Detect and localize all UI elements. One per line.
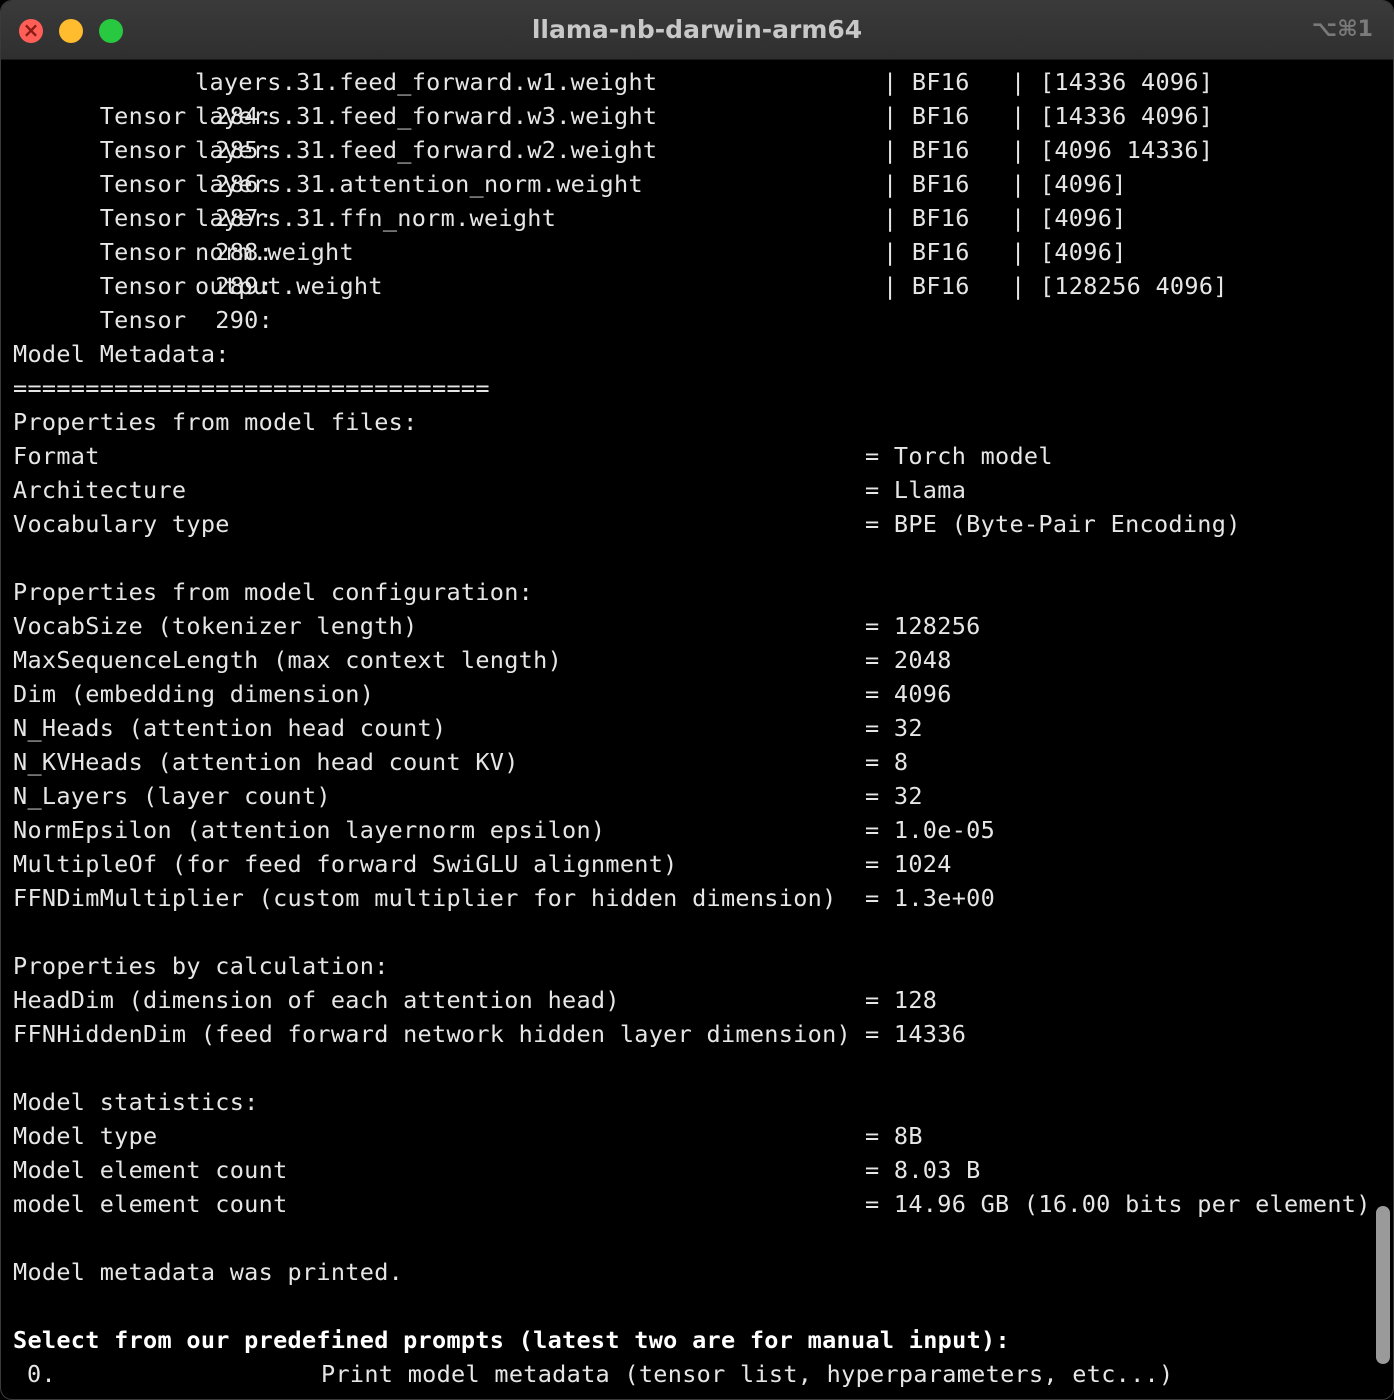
property-key: Vocabulary type	[13, 510, 230, 538]
property-value: = 14336	[865, 1020, 967, 1048]
property-key: VocabSize (tokenizer length)	[13, 612, 418, 640]
tensor-shape: | [4096 14336]	[1011, 136, 1214, 164]
property-value: = 128	[865, 986, 938, 1014]
property-key: Model type	[13, 1122, 158, 1150]
window-shortcut: ⌥⌘1	[1311, 17, 1373, 42]
property-value: = 8	[865, 748, 909, 776]
tensor-row: Tensor 285: layers.31.feed_forward.w3.wei…	[13, 99, 1213, 164]
tensor-row: Tensor 288: layers.31.ffn_norm.weight | BF…	[13, 201, 1127, 266]
property-key: Architecture	[13, 476, 187, 504]
tensor-row: Tensor 286: layers.31.feed_forward.w2.wei…	[13, 133, 1213, 198]
property-row: Model type = 8B	[13, 1119, 922, 1153]
property-key: FFNDimMultiplier (custom multiplier for …	[13, 884, 837, 912]
tensor-row: Tensor 287: layers.31.attention_norm.weig…	[13, 167, 1127, 232]
prompt-option-number: 0.	[27, 1360, 56, 1388]
terminal-output[interactable]: Tensor 284: layers.31.feed_forward.w1.wei…	[1, 59, 1393, 1399]
tensor-dtype: | BF16	[883, 204, 970, 232]
title-bar: llama-nb-darwin-arm64 ⌥⌘1	[1, 1, 1393, 60]
property-row: model element count = 14.96 GB (16.00 bit…	[13, 1187, 1370, 1221]
property-row: HeadDim (dimension of each attention hea…	[13, 983, 937, 1017]
property-row: FFNHiddenDim (feed forward network hidde…	[13, 1017, 966, 1051]
tensor-row: Tensor 284: layers.31.feed_forward.w1.wei…	[13, 65, 1213, 130]
property-value: = 1024	[865, 850, 952, 878]
tensor-dtype: | BF16	[883, 136, 970, 164]
prompt-menu-heading: Select from our predefined prompts (late…	[13, 1326, 1010, 1354]
tensor-row: Tensor 290: output.weight | BF16 | [128256 …	[13, 269, 1228, 334]
property-row: NormEpsilon (attention layernorm epsilon…	[13, 813, 995, 847]
metadata-heading: Model Metadata:	[13, 340, 230, 368]
property-row: MultipleOf (for feed forward SwiGLU alig…	[13, 847, 951, 881]
tensor-shape: | [4096]	[1011, 238, 1127, 266]
property-row: VocabSize (tokenizer length) = 128256	[13, 609, 980, 643]
property-value: = Llama	[865, 476, 967, 504]
tensor-name: layers.31.feed_forward.w3.weight	[195, 102, 658, 130]
tensor-shape: | [128256 4096]	[1011, 272, 1228, 300]
terminal-window: llama-nb-darwin-arm64 ⌥⌘1 Tensor 284:lay…	[0, 0, 1394, 1400]
property-value: = 8.03 B	[865, 1156, 981, 1184]
property-value: = 14.96 GB (16.00 bits per element)	[865, 1190, 1371, 1218]
property-row: N_Heads (attention head count) = 32	[13, 711, 922, 745]
tensor-dtype: | BF16	[883, 238, 970, 266]
tensor-shape: | [4096]	[1011, 170, 1127, 198]
section-heading-files: Properties from model files:	[13, 408, 418, 436]
property-value: = 2048	[865, 646, 952, 674]
tensor-dtype: | BF16	[883, 68, 970, 96]
property-key: N_KVHeads (attention head count KV)	[13, 748, 519, 776]
vertical-scrollbar[interactable]	[1376, 1206, 1390, 1364]
tensor-dtype: | BF16	[883, 102, 970, 130]
tensor-name: output.weight	[195, 272, 383, 300]
tensor-name: layers.31.attention_norm.weight	[195, 170, 643, 198]
tensor-shape: | [4096]	[1011, 204, 1127, 232]
property-key: Dim (embedding dimension)	[13, 680, 375, 708]
property-key: MultipleOf (for feed forward SwiGLU alig…	[13, 850, 678, 878]
window-title: llama-nb-darwin-arm64	[531, 15, 863, 44]
property-key: Format	[13, 442, 100, 470]
property-key: N_Layers (layer count)	[13, 782, 331, 810]
tensor-name: layers.31.feed_forward.w1.weight	[195, 68, 658, 96]
property-key: model element count	[13, 1190, 288, 1218]
tensor-row: Tensor 289: norm.weight | BF16 | [4096]	[13, 235, 1127, 300]
property-row: Dim (embedding dimension) = 4096	[13, 677, 951, 711]
section-heading-calc: Properties by calculation:	[13, 952, 389, 980]
tensor-shape: | [14336 4096]	[1011, 68, 1214, 96]
prompt-option[interactable]: 0. Print model metadata (tensor list, hyp…	[13, 1357, 1173, 1391]
prompt-option-text: Print model metadata (tensor list, hyper…	[321, 1360, 1174, 1388]
property-row: N_KVHeads (attention head count KV) = 8	[13, 745, 908, 779]
metadata-separator: =================================	[13, 374, 490, 402]
section-heading-stats: Model statistics:	[13, 1088, 259, 1116]
tensor-name: layers.31.feed_forward.w2.weight	[195, 136, 658, 164]
property-key: FFNHiddenDim (feed forward network hidde…	[13, 1020, 851, 1048]
tensor-dtype: | BF16	[883, 170, 970, 198]
property-key: NormEpsilon (attention layernorm epsilon…	[13, 816, 606, 844]
tensor-name: norm.weight	[195, 238, 354, 266]
status-message: Model metadata was printed.	[13, 1258, 404, 1286]
tensor-label: Tensor 290:	[99, 306, 274, 334]
property-value: = 128256	[865, 612, 981, 640]
tensor-dtype: | BF16	[883, 272, 970, 300]
property-value: = 1.3e+00	[865, 884, 996, 912]
property-value: = 1.0e-05	[865, 816, 996, 844]
property-row: Vocabulary type = BPE (Byte-Pair Encoding…	[13, 507, 1240, 541]
property-key: Model element count	[13, 1156, 288, 1184]
property-row: Model element count = 8.03 B	[13, 1153, 980, 1187]
property-value: = 32	[865, 782, 923, 810]
property-row: N_Layers (layer count) = 32	[13, 779, 922, 813]
property-row: Format = Torch model	[13, 439, 1053, 473]
property-row: Architecture = Llama	[13, 473, 966, 507]
property-value: = 32	[865, 714, 923, 742]
property-value: = BPE (Byte-Pair Encoding)	[865, 510, 1241, 538]
property-value: = Torch model	[865, 442, 1053, 470]
property-value: = 8B	[865, 1122, 923, 1150]
property-value: = 4096	[865, 680, 952, 708]
section-heading-config: Properties from model configuration:	[13, 578, 534, 606]
property-row: FFNDimMultiplier (custom multiplier for …	[13, 881, 995, 915]
tensor-name: layers.31.ffn_norm.weight	[195, 204, 557, 232]
property-key: HeadDim (dimension of each attention hea…	[13, 986, 620, 1014]
property-key: MaxSequenceLength (max context length)	[13, 646, 563, 674]
tensor-shape: | [14336 4096]	[1011, 102, 1214, 130]
property-key: N_Heads (attention head count)	[13, 714, 447, 742]
property-row: MaxSequenceLength (max context length) = …	[13, 643, 951, 677]
